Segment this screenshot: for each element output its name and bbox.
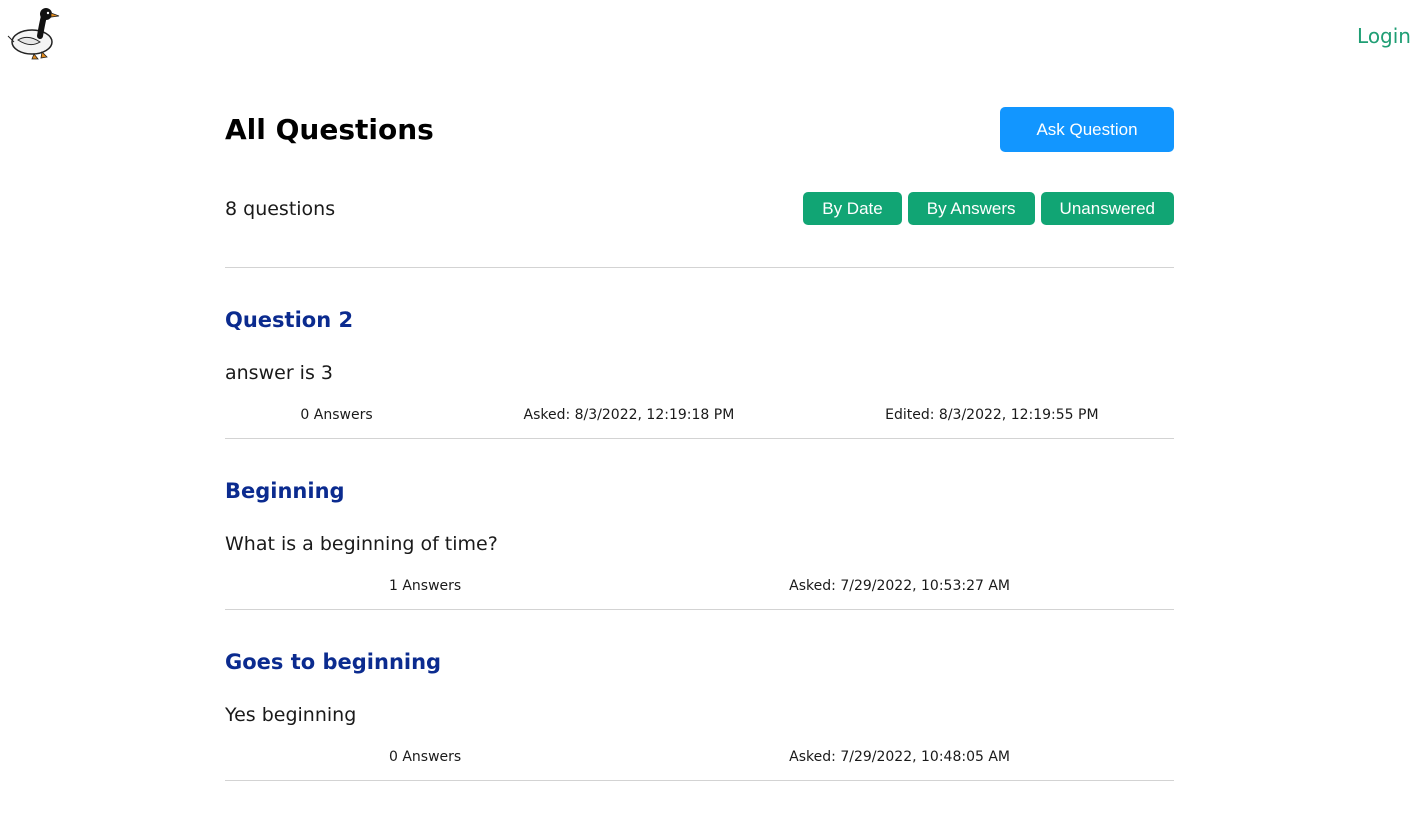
goose-logo-icon[interactable]: [6, 4, 62, 60]
login-link[interactable]: Login: [1357, 24, 1411, 48]
question-title-link[interactable]: Beginning: [225, 479, 345, 503]
top-bar: Login: [0, 0, 1423, 70]
question-body: Yes beginning: [225, 704, 357, 726]
questions-header: All Questions Ask Question: [225, 107, 1174, 152]
filter-by-date-button[interactable]: By Date: [803, 192, 902, 225]
filter-unanswered-button[interactable]: Unanswered: [1040, 192, 1174, 225]
question-item: Goes to beginning Yes beginning 0 Answer…: [225, 610, 1174, 781]
answer-count: 1 Answers: [388, 578, 462, 594]
edited-date: Edited: 8/3/2022, 12:19:55 PM: [885, 407, 1099, 423]
filter-group: By Date By Answers Unanswered: [803, 192, 1174, 225]
asked-date: Asked: 7/29/2022, 10:48:05 AM: [789, 749, 1010, 765]
question-meta: 1 Answers Asked: 7/29/2022, 10:53:27 AM: [225, 578, 1174, 594]
question-title-link[interactable]: Goes to beginning: [225, 650, 441, 674]
ask-question-button[interactable]: Ask Question: [1000, 107, 1174, 152]
filter-row: 8 questions By Date By Answers Unanswere…: [225, 192, 1174, 225]
asked-date: Asked: 7/29/2022, 10:53:27 AM: [789, 578, 1010, 594]
question-title-link[interactable]: Question 2: [225, 308, 353, 332]
question-item: Question 2 answer is 3 0 Answers Asked: …: [225, 268, 1174, 439]
asked-date: Asked: 8/3/2022, 12:19:18 PM: [523, 407, 735, 423]
answer-count: 0 Answers: [300, 407, 373, 423]
answer-count: 0 Answers: [388, 749, 462, 765]
question-body: What is a beginning of time?: [225, 533, 498, 555]
question-meta: 0 Answers Asked: 8/3/2022, 12:19:18 PM E…: [225, 407, 1174, 423]
page-title: All Questions: [225, 113, 434, 146]
filter-by-answers-button[interactable]: By Answers: [907, 192, 1035, 225]
question-body: answer is 3: [225, 362, 333, 384]
question-list: Question 2 answer is 3 0 Answers Asked: …: [225, 268, 1174, 781]
question-count: 8 questions: [225, 198, 336, 220]
question-item: Beginning What is a beginning of time? 1…: [225, 439, 1174, 610]
question-meta: 0 Answers Asked: 7/29/2022, 10:48:05 AM: [225, 749, 1174, 765]
